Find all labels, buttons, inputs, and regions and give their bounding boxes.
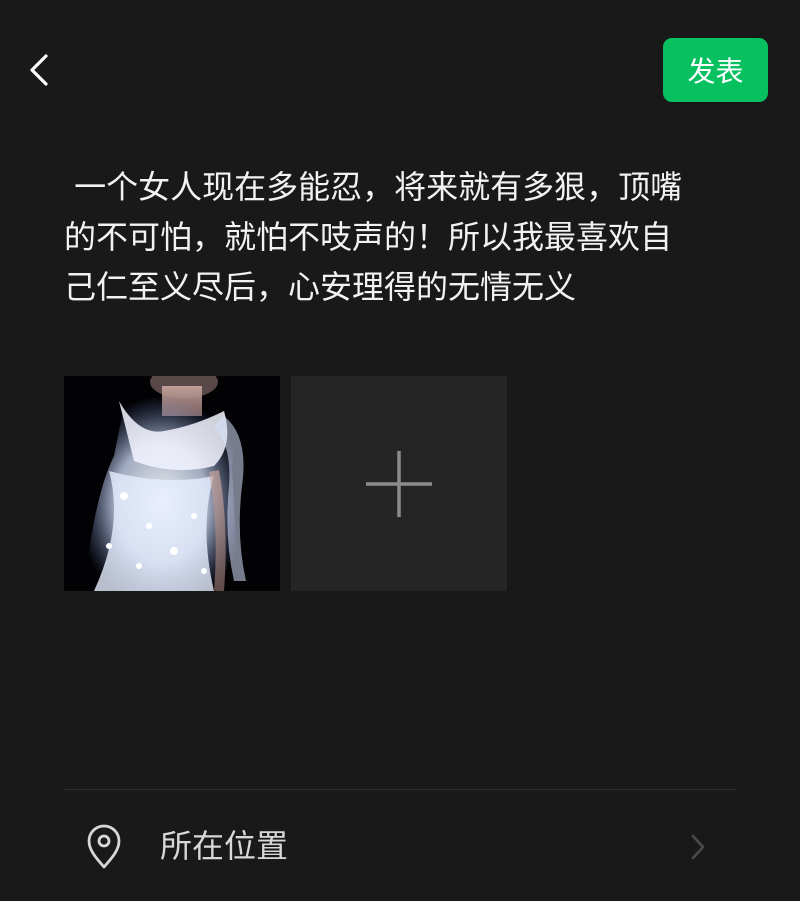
chevron-right-icon [691,834,705,860]
location-row[interactable]: 所在位置 [64,790,736,901]
photo-thumbnail[interactable] [64,376,280,591]
post-text[interactable]: 一个女人现在多能忍，将来就有多狠，顶嘴 的不可怕，就怕不吱声的！所以我最喜欢自 … [64,162,736,312]
back-button[interactable] [18,48,62,92]
location-pin-icon [87,824,121,869]
photo-image [64,376,280,591]
publish-button[interactable]: 发表 [663,38,768,102]
add-photo-button[interactable] [291,376,507,591]
location-label: 所在位置 [160,827,289,865]
chevron-left-icon [30,54,48,86]
plus-icon [366,450,432,517]
